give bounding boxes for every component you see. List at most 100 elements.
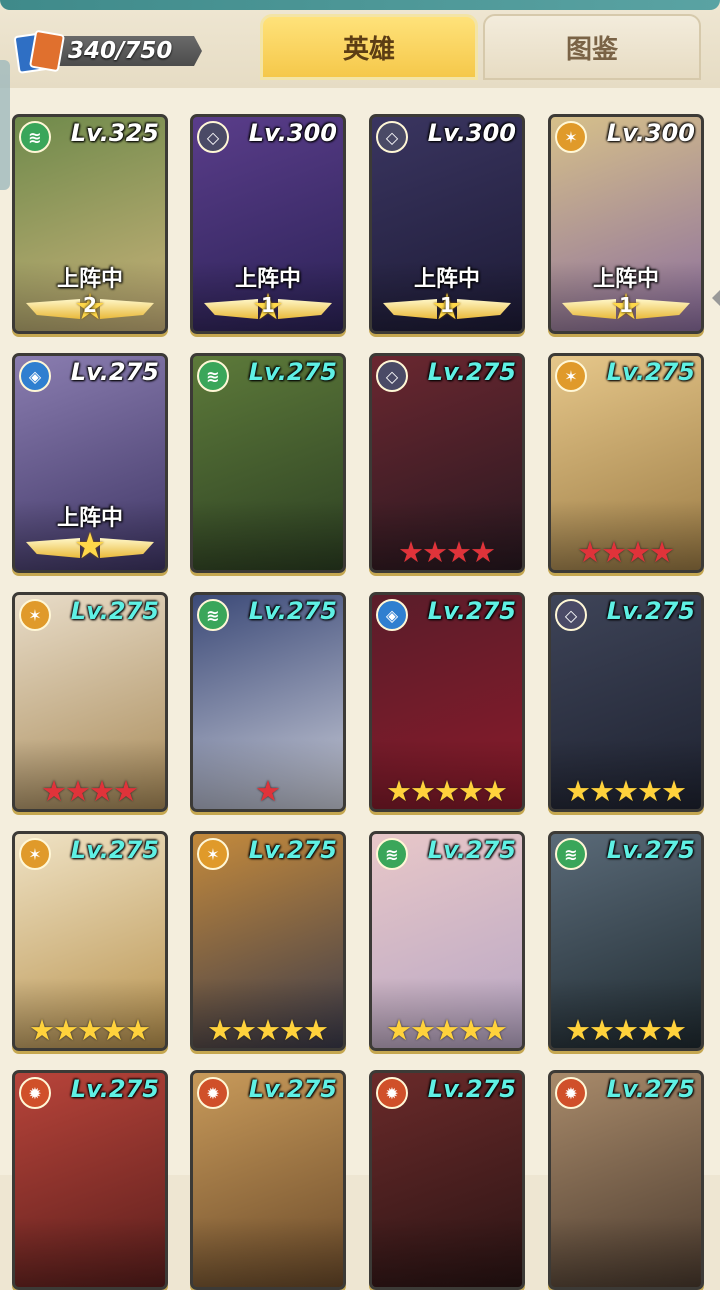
hero-level: Lv.300 — [248, 119, 337, 147]
forest-faction-icon: ≋ — [197, 360, 229, 392]
hero-level: Lv.275 — [606, 597, 695, 625]
light-faction-icon: ✶ — [197, 838, 229, 870]
fire-faction-icon: ✹ — [19, 1077, 51, 1109]
star-icon: ★ — [661, 774, 687, 808]
shadow-faction-icon: ◇ — [376, 360, 408, 392]
hero-card[interactable]: ✹ Lv.275 — [190, 1070, 346, 1290]
star-rating: ★ ★ ★ ★ ★ — [551, 775, 701, 807]
tab-heroes[interactable]: 英雄 — [260, 14, 478, 80]
hero-level: Lv.275 — [248, 1075, 337, 1103]
side-handle[interactable] — [0, 60, 10, 190]
star-icon: ★ — [589, 774, 615, 808]
card-shade — [15, 1217, 165, 1287]
hero-level: Lv.275 — [248, 597, 337, 625]
hero-level: Lv.275 — [70, 597, 159, 625]
star-icon: ★ — [41, 774, 67, 808]
hero-card[interactable]: ✹ Lv.275 — [12, 1070, 168, 1290]
hero-level: Lv.300 — [606, 119, 695, 147]
hero-card[interactable]: ✹ Lv.275 — [369, 1070, 525, 1290]
hero-level: Lv.275 — [427, 1075, 516, 1103]
star-icon: ★ — [434, 1013, 460, 1047]
rank-number: 2 — [83, 293, 97, 317]
shadow-faction-icon: ◇ — [197, 121, 229, 153]
star-rating: ★ ★ ★ ★ — [551, 536, 701, 568]
shadow-faction-icon: ◇ — [376, 121, 408, 153]
fire-faction-icon: ✹ — [376, 1077, 408, 1109]
hero-card[interactable]: ◇ Lv.275 ★ ★ ★ ★ — [369, 353, 525, 573]
hero-card[interactable]: ✶ Lv.275 ★ ★ ★ ★ — [12, 592, 168, 812]
card-shade — [193, 500, 343, 570]
star-icon: ★ — [207, 1013, 233, 1047]
forest-faction-icon: ≋ — [197, 599, 229, 631]
forest-faction-icon: ≋ — [19, 121, 51, 153]
hero-level: Lv.275 — [248, 358, 337, 386]
star-icon: ★ — [637, 1013, 663, 1047]
star-icon: ★ — [255, 1013, 281, 1047]
rank-badge: ★ 2 — [20, 289, 160, 327]
star-icon: ★ — [29, 1013, 55, 1047]
card-shade — [193, 1217, 343, 1287]
star-rating: ★ ★ ★ ★ ★ — [15, 1014, 165, 1046]
fire-faction-icon: ✹ — [555, 1077, 587, 1109]
hero-level: Lv.300 — [427, 119, 516, 147]
hero-card[interactable]: ≋ Lv.325 上阵中 ★ 2 — [12, 114, 168, 334]
star-rating: ★ — [193, 775, 343, 807]
star-icon: ★ — [482, 774, 508, 808]
forest-faction-icon: ≋ — [376, 838, 408, 870]
hero-card[interactable]: ✶ Lv.275 ★ ★ ★ ★ ★ — [12, 831, 168, 1051]
star-icon: ★ — [434, 774, 460, 808]
abyss-faction-icon: ◈ — [19, 360, 51, 392]
star-rating: ★ ★ ★ ★ ★ — [551, 1014, 701, 1046]
hero-card[interactable]: ◈ Lv.275 ★ ★ ★ ★ ★ — [369, 592, 525, 812]
star-icon: ★ — [422, 535, 448, 569]
star-icon: ★ — [410, 774, 436, 808]
star-rating: ★ ★ ★ ★ — [372, 536, 522, 568]
hero-card[interactable]: ✶ Lv.275 ★ ★ ★ ★ ★ — [190, 831, 346, 1051]
hero-card[interactable]: ✶ Lv.300 上阵中 ★ 1 — [548, 114, 704, 334]
rank-star-icon: ★ — [73, 526, 107, 567]
shadow-faction-icon: ◇ — [555, 599, 587, 631]
star-icon: ★ — [65, 774, 91, 808]
rank-number: 1 — [261, 293, 275, 317]
card-shade — [551, 1217, 701, 1287]
hero-card[interactable]: ✶ Lv.275 ★ ★ ★ ★ — [548, 353, 704, 573]
hero-card[interactable]: ≋ Lv.275 ★ ★ ★ ★ ★ — [369, 831, 525, 1051]
hero-level: Lv.275 — [70, 358, 159, 386]
star-icon: ★ — [53, 1013, 79, 1047]
hero-count-text: 340/750 — [68, 38, 173, 64]
hero-card[interactable]: ✹ Lv.275 — [548, 1070, 704, 1290]
star-icon: ★ — [386, 774, 412, 808]
hero-level: Lv.275 — [427, 358, 516, 386]
star-icon: ★ — [410, 1013, 436, 1047]
star-rating: ★ ★ ★ ★ ★ — [372, 1014, 522, 1046]
hero-card[interactable]: ≋ Lv.275 — [190, 353, 346, 573]
star-icon: ★ — [661, 1013, 687, 1047]
star-icon: ★ — [386, 1013, 412, 1047]
star-rating: ★ ★ ★ ★ — [15, 775, 165, 807]
star-icon: ★ — [649, 535, 675, 569]
star-icon: ★ — [601, 535, 627, 569]
star-icon: ★ — [458, 1013, 484, 1047]
hero-card[interactable]: ≋ Lv.275 ★ ★ ★ ★ ★ — [548, 831, 704, 1051]
rank-number: 1 — [440, 293, 454, 317]
tab-heroes-label: 英雄 — [342, 34, 395, 65]
star-icon: ★ — [113, 774, 139, 808]
star-icon: ★ — [231, 1013, 257, 1047]
star-icon: ★ — [577, 535, 603, 569]
tab-codex[interactable]: 图鉴 — [483, 14, 701, 80]
hero-level: Lv.275 — [248, 836, 337, 864]
hero-card[interactable]: ◇ Lv.275 ★ ★ ★ ★ ★ — [548, 592, 704, 812]
hero-card[interactable]: ◈ Lv.275 上阵中 ★ — [12, 353, 168, 573]
star-icon: ★ — [589, 1013, 615, 1047]
hero-card[interactable]: ◇ Lv.300 上阵中 ★ 1 — [190, 114, 346, 334]
star-rating: ★ ★ ★ ★ ★ — [372, 775, 522, 807]
star-icon: ★ — [255, 774, 281, 808]
star-icon: ★ — [446, 535, 472, 569]
star-icon: ★ — [303, 1013, 329, 1047]
hero-card[interactable]: ≋ Lv.275 ★ — [190, 592, 346, 812]
star-icon: ★ — [482, 1013, 508, 1047]
hero-level: Lv.275 — [606, 358, 695, 386]
hero-cards-icon — [13, 29, 66, 74]
hero-card[interactable]: ◇ Lv.300 上阵中 ★ 1 — [369, 114, 525, 334]
hero-level: Lv.275 — [606, 836, 695, 864]
